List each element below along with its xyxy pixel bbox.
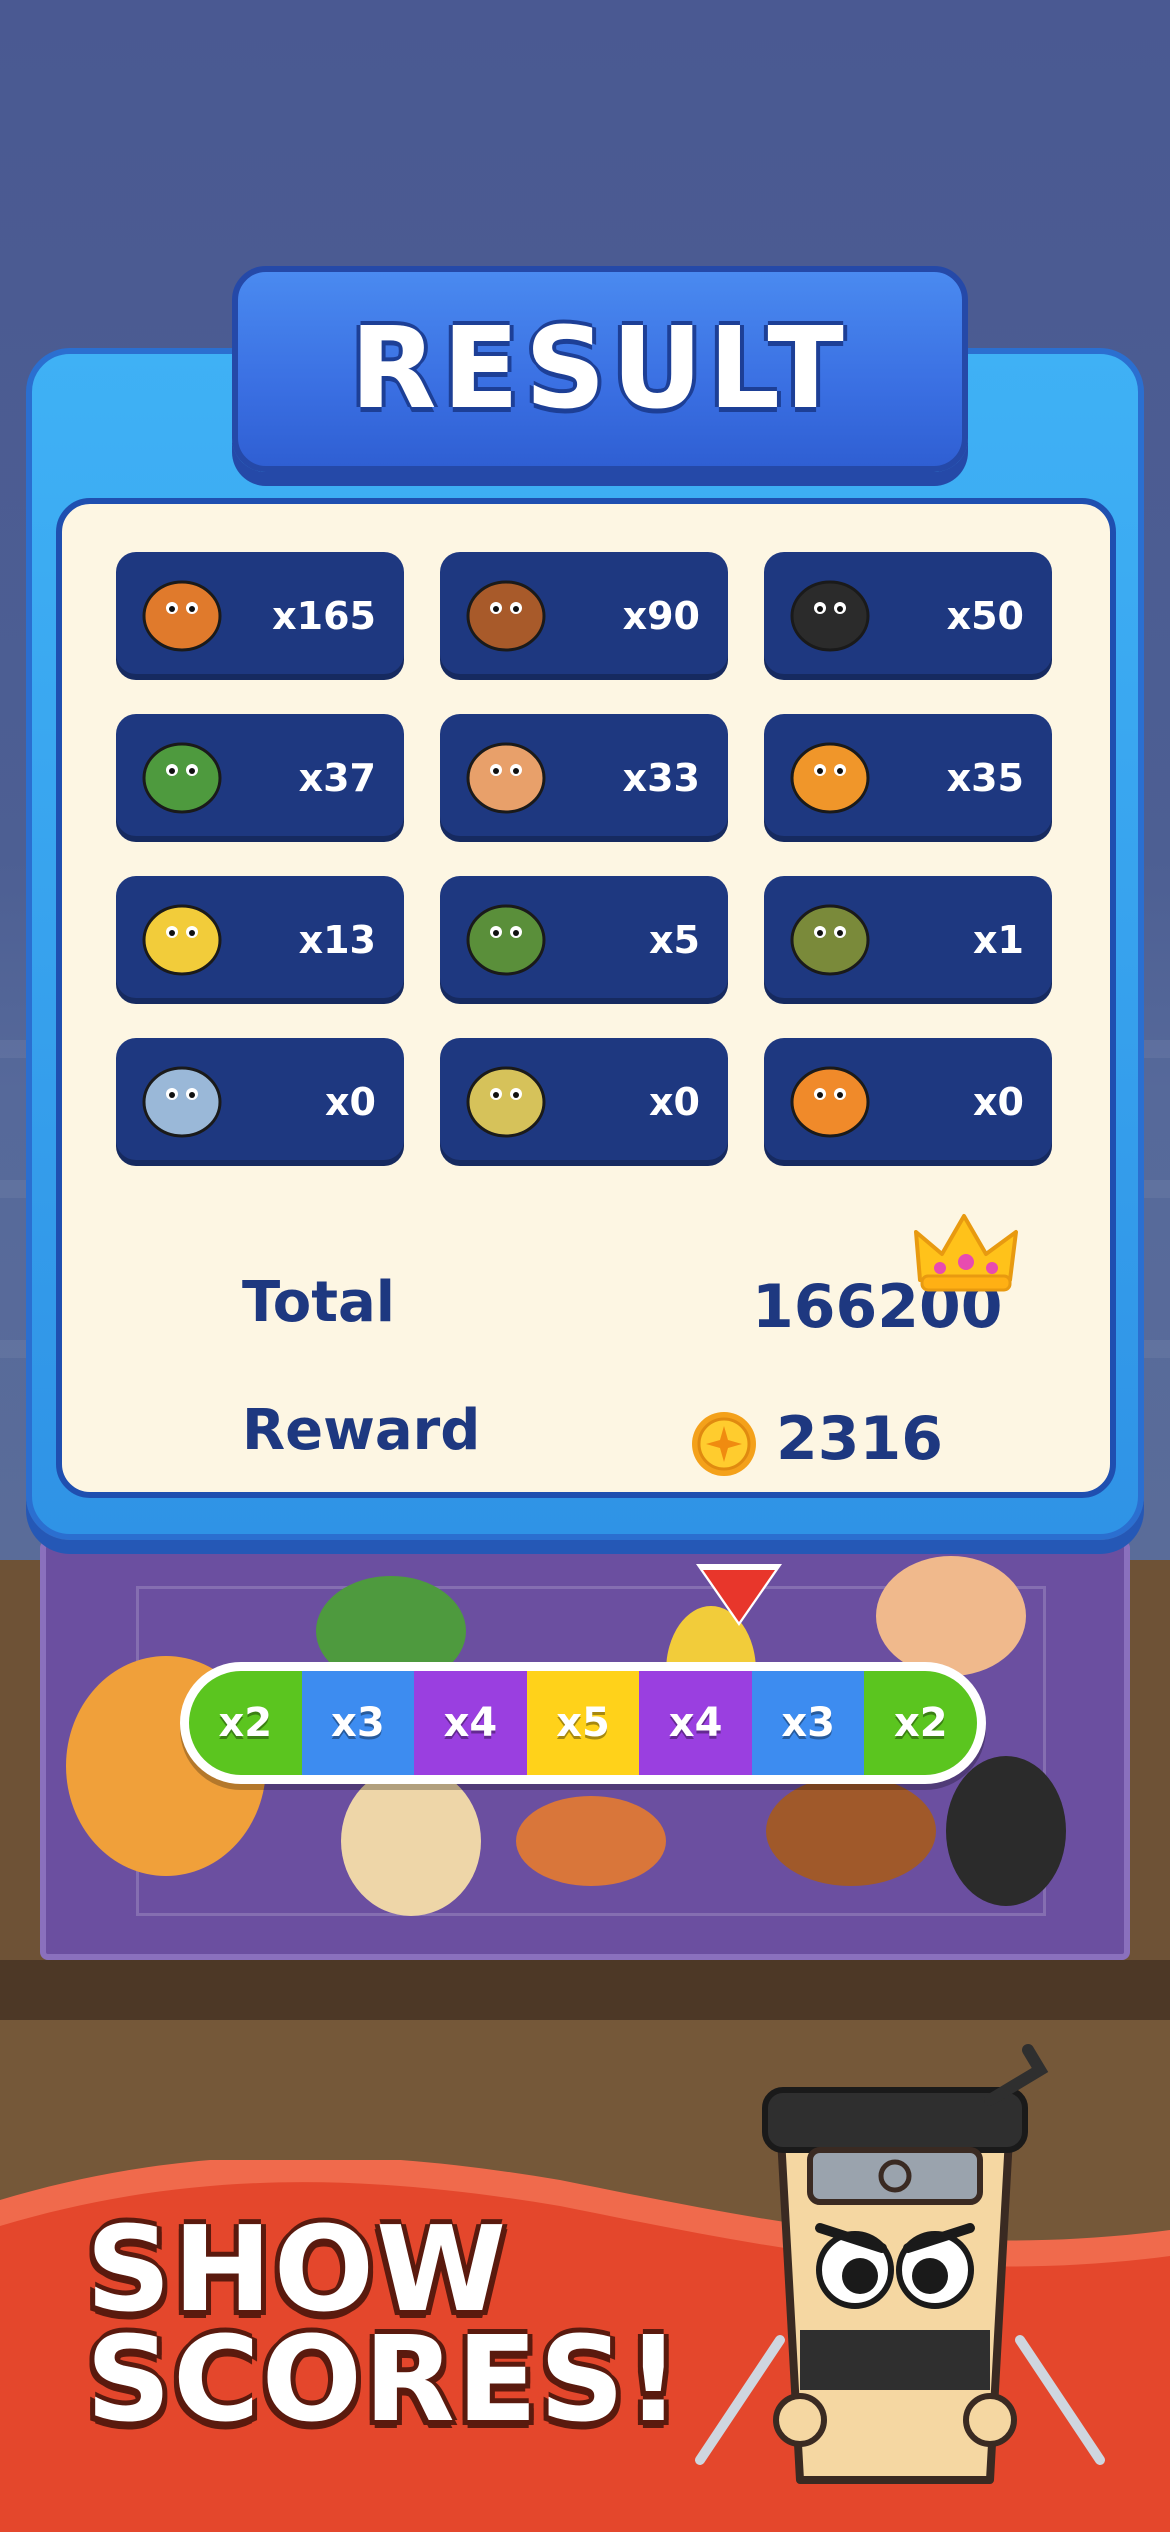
character-count: x0 bbox=[325, 1080, 376, 1124]
character-count-tile: x37 bbox=[116, 714, 404, 842]
character-count-tile: x0 bbox=[440, 1038, 728, 1166]
character-count: x90 bbox=[622, 594, 700, 638]
character-count: x33 bbox=[622, 756, 700, 800]
reward-label: Reward bbox=[242, 1398, 481, 1463]
character-count-tile: x35 bbox=[764, 714, 1052, 842]
multiplier-cell: x4 bbox=[414, 1671, 527, 1775]
multiplier-cell: x5 bbox=[526, 1671, 640, 1775]
coin-icon bbox=[692, 1412, 756, 1476]
shelf bbox=[0, 1960, 1170, 2020]
crocodile-plane-icon bbox=[466, 1066, 546, 1138]
tree-man-icon bbox=[790, 904, 870, 976]
character-count: x0 bbox=[649, 1080, 700, 1124]
character-count: x1 bbox=[973, 918, 1024, 962]
multiplier-cell: x3 bbox=[301, 1671, 415, 1775]
character-count-tile: x0 bbox=[764, 1038, 1052, 1166]
result-banner: RESULT bbox=[232, 266, 968, 472]
ninja-cup-character bbox=[341, 1766, 481, 1916]
cactus-elephant-icon bbox=[466, 904, 546, 976]
character-count: x0 bbox=[973, 1080, 1024, 1124]
fish-cat-icon bbox=[142, 580, 222, 652]
character-count-tile: x165 bbox=[116, 552, 404, 680]
multiplier-bar: x2 x3 x4 x5 x4 x3 x2 bbox=[180, 1662, 986, 1784]
multiplier-track: x2 x3 x4 x5 x4 x3 x2 bbox=[189, 1671, 977, 1775]
character-count-tile: x90 bbox=[440, 552, 728, 680]
character-count: x5 bbox=[649, 918, 700, 962]
character-count-tile: x33 bbox=[440, 714, 728, 842]
character-count: x37 bbox=[298, 756, 376, 800]
ninja-cup-icon bbox=[790, 580, 870, 652]
capybara-icon bbox=[466, 580, 546, 652]
character-count-tile: x13 bbox=[116, 876, 404, 1004]
character-count: x35 bbox=[946, 756, 1024, 800]
result-title: RESULT bbox=[350, 304, 850, 434]
cup-ballerina-icon bbox=[466, 742, 546, 814]
reward-value: 2316 bbox=[776, 1404, 943, 1474]
fish-character bbox=[516, 1796, 666, 1886]
character-count: x13 bbox=[298, 918, 376, 962]
character-count: x165 bbox=[272, 594, 376, 638]
capybara-character bbox=[766, 1776, 936, 1886]
multiplier-cell: x2 bbox=[189, 1671, 302, 1775]
multiplier-cell: x4 bbox=[639, 1671, 752, 1775]
ballerina-character bbox=[876, 1556, 1026, 1676]
multiplier-pointer-icon bbox=[703, 1570, 775, 1622]
promo-line-2: SCORES! bbox=[86, 2310, 683, 2448]
wooden-stick-man-icon bbox=[790, 1066, 870, 1138]
frog-tire-icon bbox=[142, 742, 222, 814]
character-count-tile: x0 bbox=[116, 1038, 404, 1166]
character-count-tile: x5 bbox=[440, 876, 728, 1004]
multiplier-cell: x3 bbox=[751, 1671, 865, 1775]
multiplier-cell: x2 bbox=[864, 1671, 977, 1775]
shark-sneakers-icon bbox=[142, 1066, 222, 1138]
banana-monkey-icon bbox=[142, 904, 222, 976]
crown-icon bbox=[914, 1214, 1018, 1292]
orange-muscle-icon bbox=[790, 742, 870, 814]
ninja-cup-mascot-icon bbox=[695, 2044, 1105, 2484]
ninja-cup-character-2 bbox=[946, 1756, 1066, 1906]
character-count-tile: x1 bbox=[764, 876, 1052, 1004]
character-count: x50 bbox=[946, 594, 1024, 638]
character-count-tile: x50 bbox=[764, 552, 1052, 680]
total-label: Total bbox=[242, 1270, 395, 1335]
